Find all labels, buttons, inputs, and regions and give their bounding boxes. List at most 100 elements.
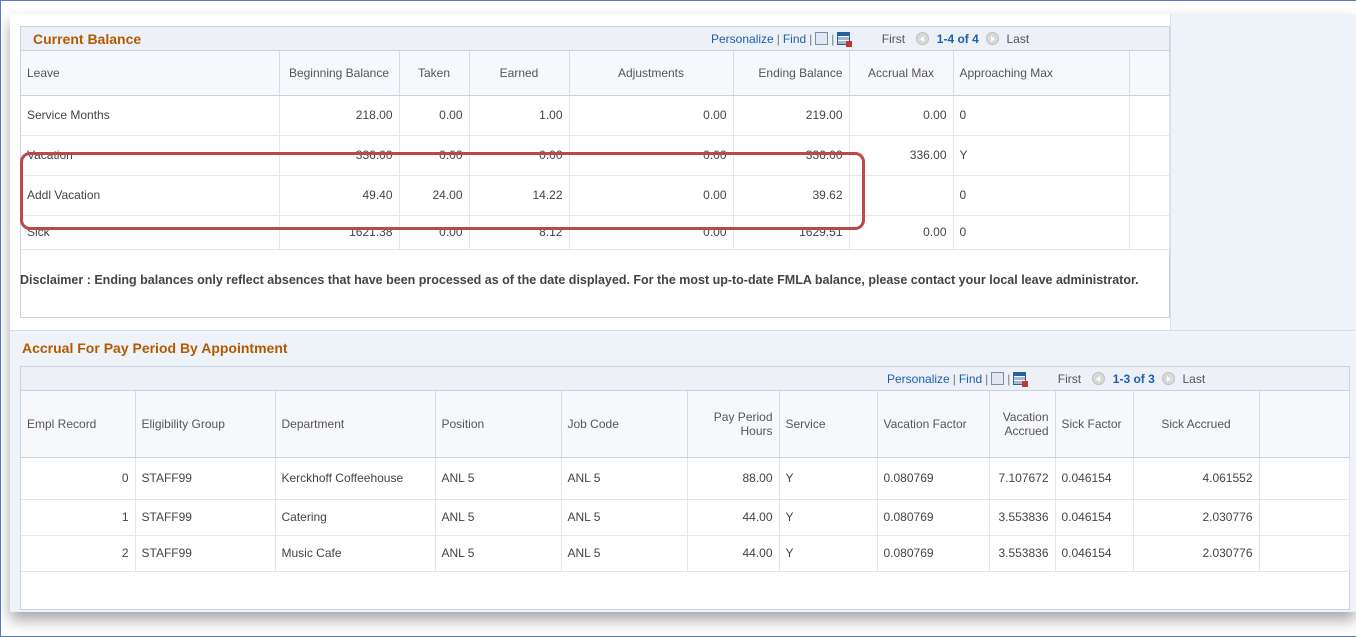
current-balance-nav: Personalize | Find | | First 1-4 of 4 Last	[711, 32, 1029, 47]
col-sick-factor[interactable]: Sick Factor	[1055, 391, 1134, 458]
col-position[interactable]: Position	[435, 391, 562, 458]
cell-department: Catering	[275, 499, 436, 536]
col-approaching-max[interactable]: Approaching Max	[953, 51, 1130, 96]
cell-eligibility-group: STAFF99	[135, 457, 276, 500]
cell-spacer	[1259, 499, 1350, 536]
cell-empl-record: 2	[21, 535, 136, 572]
cell-approaching: 0	[953, 215, 1130, 250]
first-label[interactable]: First	[882, 32, 905, 46]
personalize-link[interactable]: Personalize	[887, 372, 950, 386]
table-row: 1 STAFF99 Catering ANL 5 ANL 5 44.00 Y 0…	[21, 499, 1350, 536]
previous-arrow-icon[interactable]	[1092, 372, 1106, 385]
cell-vacation-factor: 0.080769	[877, 535, 990, 572]
table-row: 2 STAFF99 Music Cafe ANL 5 ANL 5 44.00 Y…	[21, 535, 1350, 572]
table-row: 0 STAFF99 Kerckhoff Coffeehouse ANL 5 AN…	[21, 457, 1350, 500]
cell-sick-factor: 0.046154	[1055, 457, 1134, 500]
cell-sick-accrued: 2.030776	[1133, 535, 1260, 572]
table-row: Service Months 218.00 0.00 1.00 0.00 219…	[21, 95, 1170, 136]
last-label[interactable]: Last	[1182, 372, 1205, 386]
disclaimer-text: Disclaimer : Ending balances only reflec…	[20, 273, 1139, 287]
col-accrual-max[interactable]: Accrual Max	[849, 51, 954, 96]
cell-pay-period-hours: 88.00	[687, 457, 780, 500]
separator: |	[952, 372, 956, 386]
cell-position: ANL 5	[435, 499, 562, 536]
col-spacer	[1129, 51, 1170, 96]
accrual-section-header: Accrual For Pay Period By Appointment	[10, 330, 1356, 360]
cell-spacer	[1129, 95, 1170, 136]
col-adjustments[interactable]: Adjustments	[569, 51, 734, 96]
accrual-title: Accrual For Pay Period By Appointment	[22, 340, 288, 356]
next-arrow-icon[interactable]	[986, 32, 1000, 45]
personalize-link[interactable]: Personalize	[711, 32, 774, 46]
previous-arrow-icon[interactable]	[916, 32, 930, 45]
col-beginning-balance[interactable]: Beginning Balance	[279, 51, 400, 96]
side-panel	[1170, 14, 1356, 330]
cell-sick-factor: 0.046154	[1055, 499, 1134, 536]
col-service[interactable]: Service	[779, 391, 878, 458]
range-label: 1-3 of 3	[1112, 372, 1155, 386]
cell-vacation-accrued: 3.553836	[989, 535, 1056, 572]
col-pay-period-hours[interactable]: Pay Period Hours	[687, 391, 780, 458]
last-label[interactable]: Last	[1006, 32, 1029, 46]
cell-job-code: ANL 5	[561, 499, 688, 536]
cell-department: Music Cafe	[275, 535, 436, 572]
cell-spacer	[1129, 175, 1170, 216]
cell-position: ANL 5	[435, 457, 562, 500]
cell-spacer	[1129, 135, 1170, 176]
cell-position: ANL 5	[435, 535, 562, 572]
col-leave[interactable]: Leave	[21, 51, 280, 96]
cell-job-code: ANL 5	[561, 535, 688, 572]
col-ending-balance[interactable]: Ending Balance	[733, 51, 850, 96]
cell-leave: Service Months	[21, 95, 280, 136]
cell-vacation-factor: 0.080769	[877, 499, 990, 536]
separator: |	[776, 32, 780, 46]
page-canvas: Current Balance Personalize | Find | | First…	[10, 14, 1356, 612]
cell-pay-period-hours: 44.00	[687, 499, 780, 536]
col-earned[interactable]: Earned	[469, 51, 570, 96]
col-department[interactable]: Department	[275, 391, 436, 458]
first-label[interactable]: First	[1058, 372, 1081, 386]
zoom-icon[interactable]	[815, 32, 829, 45]
current-balance-header: Current Balance Personalize | Find | | First…	[21, 27, 1169, 51]
cell-approaching: 0	[953, 95, 1130, 136]
cell-service: Y	[779, 457, 878, 500]
cell-earned: 1.00	[469, 95, 570, 136]
next-arrow-icon[interactable]	[1162, 372, 1176, 385]
cell-beginning: 218.00	[279, 95, 400, 136]
cell-service: Y	[779, 535, 878, 572]
zoom-icon[interactable]	[991, 372, 1005, 385]
cell-vacation-accrued: 3.553836	[989, 499, 1056, 536]
cell-vacation-accrued: 7.107672	[989, 457, 1056, 500]
cell-empl-record: 1	[21, 499, 136, 536]
cell-spacer	[1129, 215, 1170, 250]
find-link[interactable]: Find	[783, 32, 806, 46]
cell-accrual-max: 0.00	[849, 95, 954, 136]
cell-pay-period-hours: 44.00	[687, 535, 780, 572]
cell-department: Kerckhoff Coffeehouse	[275, 457, 436, 500]
download-grid-icon[interactable]	[837, 32, 853, 47]
cell-sick-accrued: 2.030776	[1133, 499, 1260, 536]
cell-ending: 219.00	[733, 95, 850, 136]
col-taken[interactable]: Taken	[399, 51, 470, 96]
table-header-row: Empl Record Eligibility Group Department…	[21, 391, 1350, 458]
col-vacation-factor[interactable]: Vacation Factor	[877, 391, 990, 458]
separator: |	[985, 372, 989, 386]
vacation-highlight-box	[20, 152, 865, 230]
col-eligibility-group[interactable]: Eligibility Group	[135, 391, 276, 458]
table-header-row: Leave Beginning Balance Taken Earned Adj…	[21, 51, 1170, 96]
cell-sick-factor: 0.046154	[1055, 535, 1134, 572]
cell-approaching: 0	[953, 175, 1130, 216]
col-sick-accrued[interactable]: Sick Accrued	[1133, 391, 1260, 458]
accrual-table: Empl Record Eligibility Group Department…	[21, 391, 1350, 572]
cell-eligibility-group: STAFF99	[135, 499, 276, 536]
separator: |	[809, 32, 813, 46]
cell-spacer	[1259, 535, 1350, 572]
col-spacer	[1259, 391, 1350, 458]
cell-empl-record: 0	[21, 457, 136, 500]
download-grid-icon[interactable]	[1013, 372, 1029, 387]
col-empl-record[interactable]: Empl Record	[21, 391, 136, 458]
find-link[interactable]: Find	[959, 372, 982, 386]
col-vacation-accrued[interactable]: Vacation Accrued	[989, 391, 1056, 458]
col-job-code[interactable]: Job Code	[561, 391, 688, 458]
separator: |	[1007, 372, 1011, 386]
